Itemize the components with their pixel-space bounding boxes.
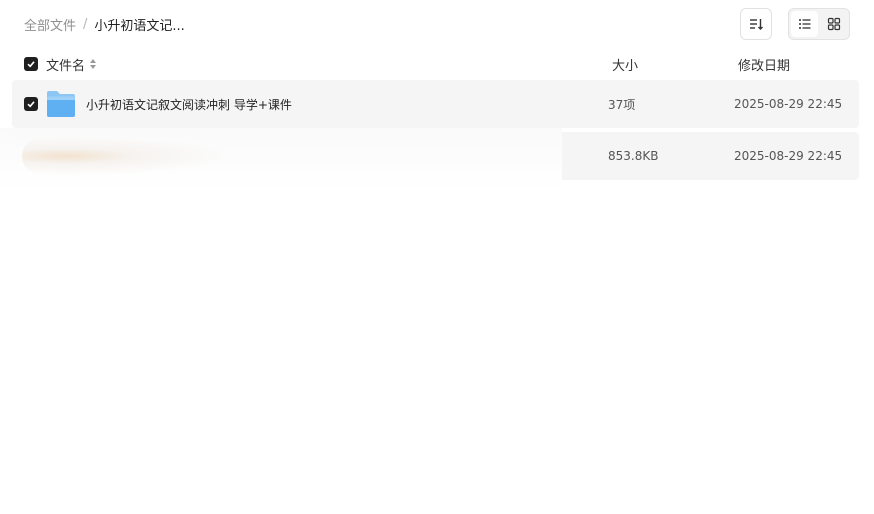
sort-icon <box>750 19 763 30</box>
checkmark-icon <box>27 61 35 68</box>
list-view-button[interactable] <box>791 11 818 37</box>
select-all-checkbox[interactable] <box>24 57 38 71</box>
blurred-region <box>0 128 562 232</box>
row-checkbox[interactable] <box>24 97 38 111</box>
grid-view-button[interactable] <box>820 11 847 37</box>
column-header-size[interactable]: 大小 <box>612 55 638 74</box>
list-view-icon <box>798 19 810 29</box>
breadcrumb-root[interactable]: 全部文件 <box>24 15 76 34</box>
sort-button[interactable] <box>740 8 772 40</box>
column-header-date[interactable]: 修改日期 <box>738 55 790 74</box>
file-name[interactable]: 小升初语文记叙文阅读冲刺 导学+课件 <box>86 96 292 113</box>
breadcrumb-current: 小升初语文记... <box>94 18 185 34</box>
folder-icon <box>46 90 76 118</box>
toolbar <box>740 8 850 40</box>
table-header: 文件名 大小 修改日期 <box>12 52 859 76</box>
column-header-name[interactable]: 文件名 <box>46 55 97 74</box>
grid-view-icon <box>827 17 840 31</box>
file-size: 37项 <box>608 97 636 112</box>
checkmark-icon <box>27 101 35 108</box>
table-row[interactable]: 小升初语文记叙文阅读冲刺 导学+课件 37项 2025-08-29 22:45 <box>12 80 859 128</box>
sort-toggle-icon <box>90 59 97 69</box>
file-size: 853.8KB <box>608 149 659 163</box>
column-header-name-label: 文件名 <box>46 58 86 74</box>
file-date: 2025-08-29 22:45 <box>734 97 843 111</box>
breadcrumb: 全部文件 / 小升初语文记... <box>24 14 185 34</box>
breadcrumb-separator: / <box>83 16 88 32</box>
file-date: 2025-08-29 22:45 <box>734 149 843 163</box>
view-switch <box>788 8 850 40</box>
blurred-file-icon <box>22 138 222 174</box>
